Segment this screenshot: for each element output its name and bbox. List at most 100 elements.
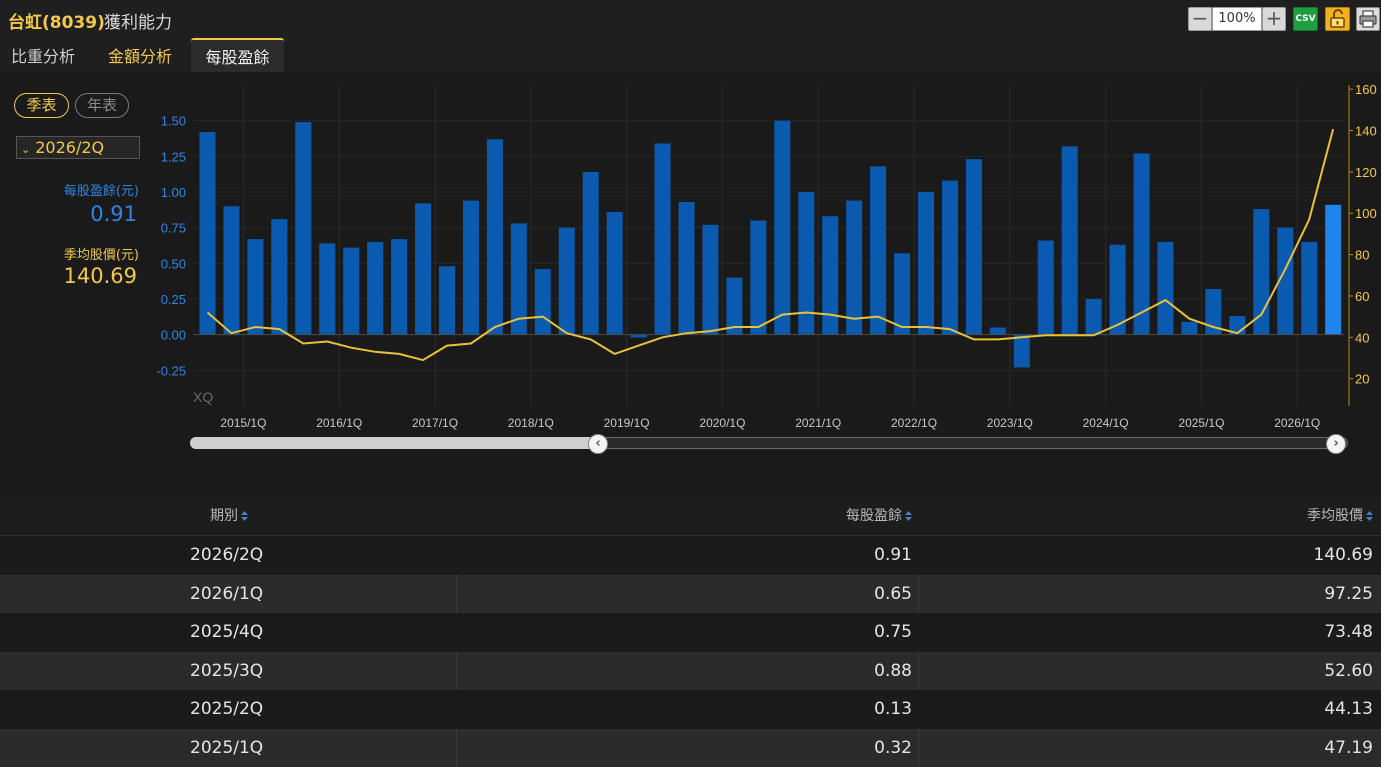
eps-bar[interactable] <box>679 202 695 335</box>
eps-bar[interactable] <box>1038 241 1054 335</box>
cell-price: 47.19 <box>1324 729 1373 767</box>
cell-period: 2025/4Q <box>190 613 263 652</box>
eps-bar[interactable] <box>966 159 982 334</box>
cell-eps: 0.65 <box>874 575 912 614</box>
x-tick-label: 2015/1Q <box>220 416 266 430</box>
eps-bar[interactable] <box>271 219 287 335</box>
eps-chart: -0.250.000.250.500.751.001.251.50 204060… <box>0 0 1381 430</box>
eps-bar[interactable] <box>918 192 934 335</box>
eps-bar[interactable] <box>295 122 311 335</box>
left-axis-labels: -0.250.000.250.500.751.001.251.50 <box>156 114 186 379</box>
x-tick-label: 2020/1Q <box>699 416 745 430</box>
eps-bar[interactable] <box>750 221 766 335</box>
eps-bar[interactable] <box>990 328 1006 335</box>
eps-bar[interactable] <box>487 139 503 334</box>
eps-bar[interactable] <box>319 243 335 334</box>
eps-bar[interactable] <box>439 266 455 334</box>
chart-scrollbar[interactable]: ‹ › <box>190 434 1348 452</box>
scroll-right-handle[interactable]: › <box>1326 434 1346 454</box>
scroll-left-handle[interactable]: ‹ <box>588 434 608 454</box>
header-eps[interactable]: 每股盈餘 <box>846 498 912 535</box>
eps-bar[interactable] <box>870 166 886 334</box>
cell-price: 44.13 <box>1324 690 1373 729</box>
x-tick-label: 2017/1Q <box>412 416 458 430</box>
x-tick-label: 2023/1Q <box>987 416 1033 430</box>
eps-bar[interactable] <box>200 132 216 335</box>
eps-table: 期別 每股盈餘 季均股價 2026/2Q 0.91 140.69 2026/1Q… <box>0 498 1381 767</box>
x-tick-label: 2019/1Q <box>604 416 650 430</box>
cell-period: 2025/3Q <box>190 652 263 691</box>
eps-bar[interactable] <box>1062 146 1078 334</box>
chevron-left-icon: ‹ <box>595 436 600 451</box>
eps-bar[interactable] <box>223 206 239 334</box>
table-row[interactable]: 2026/1Q 0.65 97.25 <box>0 575 1381 614</box>
eps-bar[interactable] <box>1325 205 1341 335</box>
x-tick-label: 2022/1Q <box>891 416 937 430</box>
cell-eps: 0.91 <box>874 536 912 575</box>
cell-eps: 0.75 <box>874 613 912 652</box>
eps-bar[interactable] <box>343 248 359 335</box>
eps-bar[interactable] <box>702 225 718 335</box>
cell-period: 2026/1Q <box>190 575 263 614</box>
column-divider <box>456 575 457 614</box>
x-tick-label: 2016/1Q <box>316 416 362 430</box>
scroll-thumb[interactable] <box>190 437 600 449</box>
y-right-tick-label: 40 <box>1355 330 1369 345</box>
table-row[interactable]: 2026/2Q 0.91 140.69 <box>0 536 1381 575</box>
header-price[interactable]: 季均股價 <box>1307 498 1373 535</box>
eps-bar[interactable] <box>583 172 599 335</box>
eps-bar[interactable] <box>1301 242 1317 335</box>
xq-watermark: XQ <box>193 389 213 405</box>
eps-bar[interactable] <box>367 242 383 335</box>
cell-price: 73.48 <box>1324 613 1373 652</box>
x-tick-label: 2018/1Q <box>508 416 554 430</box>
eps-bar[interactable] <box>942 181 958 335</box>
x-tick-label: 2021/1Q <box>795 416 841 430</box>
table-header: 期別 每股盈餘 季均股價 <box>0 498 1381 536</box>
eps-bar[interactable] <box>463 201 479 335</box>
eps-bar[interactable] <box>1158 242 1174 335</box>
eps-bar[interactable] <box>559 228 575 335</box>
y-left-tick-label: -0.25 <box>156 363 186 378</box>
y-left-tick-label: 1.00 <box>161 185 186 200</box>
eps-bar[interactable] <box>846 201 862 335</box>
y-right-tick-label: 100 <box>1355 206 1377 221</box>
cell-period: 2025/1Q <box>190 729 263 767</box>
eps-bar[interactable] <box>822 216 838 334</box>
eps-bar[interactable] <box>607 212 623 335</box>
right-axis-labels: 20406080100120140160 <box>1349 82 1377 387</box>
table-row[interactable]: 2025/4Q 0.75 73.48 <box>0 613 1381 652</box>
eps-bar[interactable] <box>247 239 263 335</box>
column-divider <box>918 575 919 614</box>
y-left-tick-label: 0.00 <box>161 328 186 343</box>
table-row[interactable]: 2025/1Q 0.32 47.19 <box>0 729 1381 767</box>
eps-bar[interactable] <box>894 253 910 334</box>
cell-period: 2025/2Q <box>190 690 263 729</box>
x-axis-labels: 2015/1Q 2016/1Q 2017/1Q 2018/1Q 2019/1Q 2020/… <box>220 416 1320 430</box>
eps-bar[interactable] <box>1134 153 1150 334</box>
x-tick-label: 2026/1Q <box>1274 416 1320 430</box>
eps-bar[interactable] <box>774 121 790 335</box>
eps-bar[interactable] <box>1014 335 1030 368</box>
eps-bar[interactable] <box>391 239 407 335</box>
y-right-tick-label: 20 <box>1355 372 1369 387</box>
y-left-tick-label: 0.50 <box>161 256 186 271</box>
eps-bar[interactable] <box>1181 322 1197 335</box>
chevron-right-icon: › <box>1333 436 1338 451</box>
eps-bar[interactable] <box>655 143 671 334</box>
eps-bar[interactable] <box>415 203 431 334</box>
y-right-tick-label: 120 <box>1355 165 1377 180</box>
y-left-tick-label: 1.50 <box>161 114 186 129</box>
column-divider <box>918 729 919 767</box>
eps-bar[interactable] <box>535 269 551 335</box>
cell-period: 2026/2Q <box>190 536 263 575</box>
eps-bar[interactable] <box>1086 299 1102 335</box>
table-row[interactable]: 2025/2Q 0.13 44.13 <box>0 690 1381 729</box>
y-left-tick-label: 0.75 <box>161 221 186 236</box>
column-divider <box>456 652 457 691</box>
table-row[interactable]: 2025/3Q 0.88 52.60 <box>0 652 1381 691</box>
sort-icon <box>241 511 248 521</box>
y-left-tick-label: 1.25 <box>161 149 186 164</box>
header-period[interactable]: 期別 <box>210 498 248 535</box>
x-tick-label: 2024/1Q <box>1083 416 1129 430</box>
